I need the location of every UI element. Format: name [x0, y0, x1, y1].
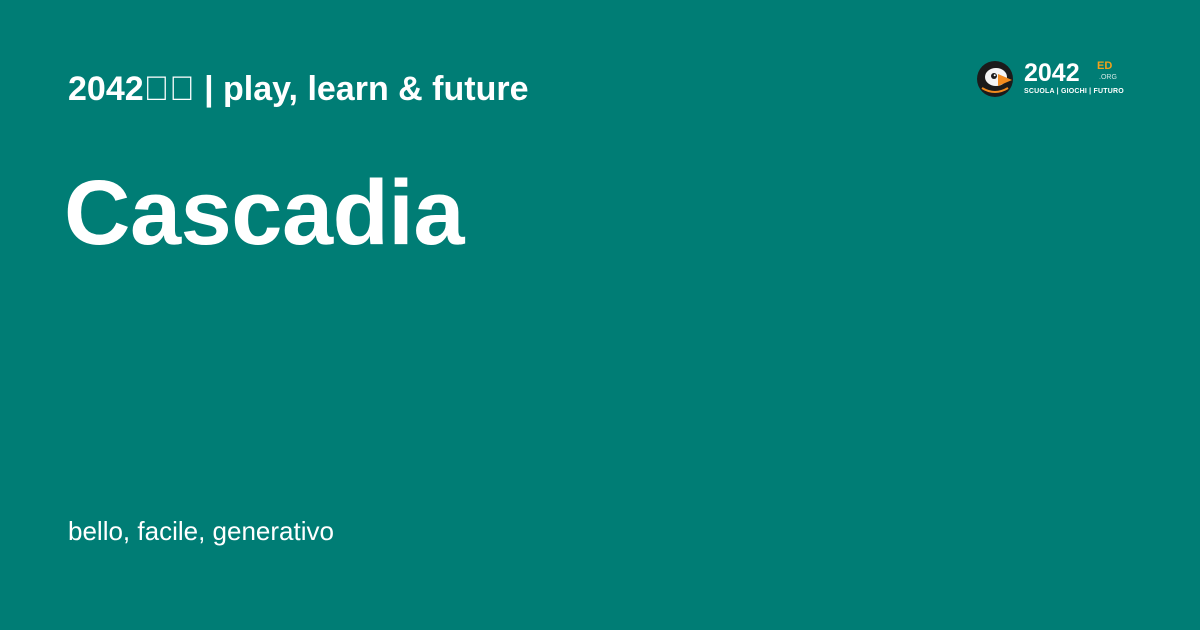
site-header-line: 2042   | play, learn & future [68, 70, 529, 108]
brand-logo[interactable]: 2042 ED .ORG SCUOLA | GIOCHI | FUTURO [976, 58, 1126, 100]
page-title: Cascadia [64, 162, 465, 264]
logo-domain: .ORG [1099, 74, 1117, 81]
logo-number: 2042 [1024, 59, 1080, 87]
page-tagline: bello, facile, generativo [68, 516, 334, 546]
logo-suffix: ED [1097, 60, 1113, 72]
logo-subtitle: SCUOLA | GIOCHI | FUTURO [1024, 88, 1124, 95]
puffin-mascot-icon [977, 61, 1013, 97]
